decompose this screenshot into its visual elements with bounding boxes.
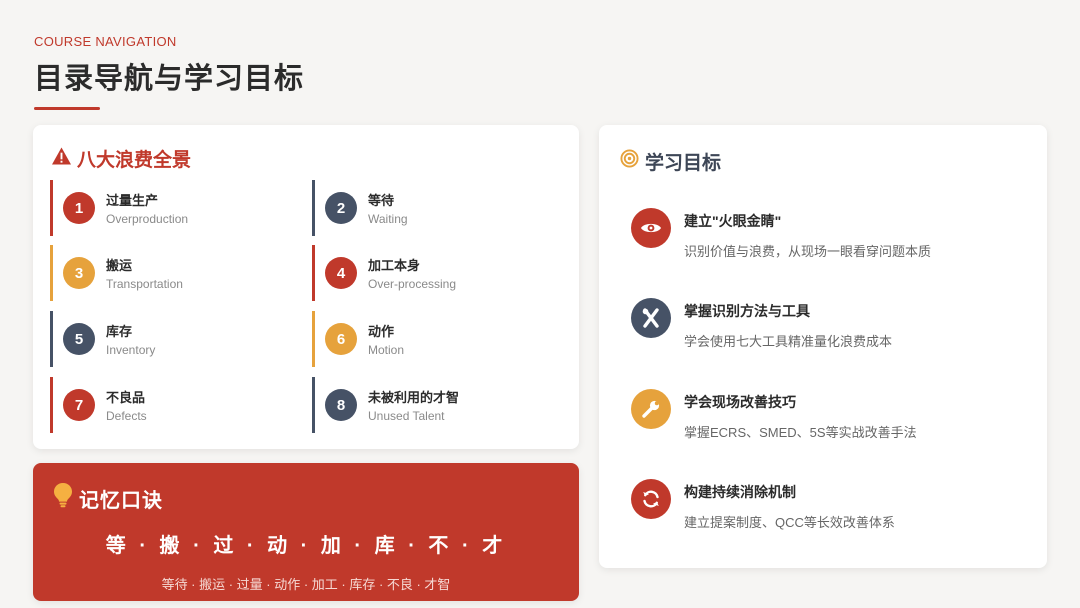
waste-number-badge: 2 bbox=[325, 192, 357, 224]
goal-title: 建立"火眼金睛" bbox=[684, 213, 782, 229]
waste-number-badge: 6 bbox=[325, 323, 357, 355]
goal-description: 学会使用七大工具精准量化浪费成本 bbox=[684, 334, 893, 349]
waste-subtitle: Overproduction bbox=[106, 212, 189, 226]
waste-item: 1 过量生产 Overproduction bbox=[50, 180, 295, 236]
learning-goals-card: 学习目标 建立"火眼金睛" 识别价值与浪费，从现场一眼看穿问题本质 掌握识别方法… bbox=[599, 125, 1047, 568]
goal-title: 掌握识别方法与工具 bbox=[684, 303, 810, 319]
waste-subtitle: Defects bbox=[106, 409, 147, 423]
waste-subtitle: Transportation bbox=[106, 277, 183, 291]
waste-title: 动作 bbox=[368, 324, 395, 339]
waste-item: 7 不良品 Defects bbox=[50, 377, 295, 433]
waste-title: 加工本身 bbox=[368, 258, 421, 273]
refresh-icon bbox=[631, 479, 671, 519]
learning-goals-title: 学习目标 bbox=[645, 153, 722, 174]
goal-description: 建立提案制度、QCC等长效改善体系 bbox=[684, 515, 895, 530]
goal-description: 识别价值与浪费，从现场一眼看穿问题本质 bbox=[684, 244, 932, 259]
waste-item: 4 加工本身 Over-processing bbox=[312, 245, 557, 301]
goal-title: 学会现场改善技巧 bbox=[684, 394, 796, 410]
mnemonic-title: 记忆口诀 bbox=[79, 489, 163, 512]
goal-title: 构建持续消除机制 bbox=[684, 484, 796, 500]
waste-number-badge: 5 bbox=[63, 323, 95, 355]
waste-item: 3 搬运 Transportation bbox=[50, 245, 295, 301]
target-icon bbox=[620, 149, 639, 174]
waste-title: 过量生产 bbox=[106, 193, 159, 208]
waste-subtitle: Motion bbox=[368, 343, 405, 357]
warning-icon bbox=[52, 146, 71, 171]
page-eyebrow: COURSE NAVIGATION bbox=[34, 34, 177, 49]
waste-number-badge: 1 bbox=[63, 192, 95, 224]
learning-goals-heading: 学习目标 bbox=[620, 148, 721, 175]
eight-wastes-card: 八大浪费全景 1 过量生产 Overproduction 2 等待 Waiting … bbox=[33, 125, 579, 449]
mnemonic-card: 记忆口诀 等 · 搬 · 过 · 动 · 加 · 库 · 不 · 才 等待 · … bbox=[33, 463, 579, 601]
goal-description: 掌握ECRS、SMED、5S等实战改善手法 bbox=[684, 425, 917, 440]
waste-title: 库存 bbox=[106, 324, 133, 339]
waste-title: 等待 bbox=[368, 193, 395, 208]
mnemonic-chant: 等 · 搬 · 过 · 动 · 加 · 库 · 不 · 才 bbox=[105, 535, 507, 557]
waste-subtitle: Unused Talent bbox=[368, 409, 445, 423]
mnemonic-heading: 记忆口诀 bbox=[53, 482, 163, 514]
waste-number-badge: 3 bbox=[63, 257, 95, 289]
goal-item: 建立"火眼金睛" 识别价值与浪费，从现场一眼看穿问题本质 bbox=[631, 208, 931, 260]
eight-wastes-heading: 八大浪费全景 bbox=[52, 145, 191, 172]
eye-icon bbox=[631, 208, 671, 248]
waste-number-badge: 4 bbox=[325, 257, 357, 289]
waste-item: 8 未被利用的才智 Unused Talent bbox=[312, 377, 557, 433]
waste-subtitle: Waiting bbox=[368, 212, 408, 226]
title-underline bbox=[34, 107, 100, 110]
waste-title: 未被利用的才智 bbox=[368, 390, 460, 405]
wrench-icon bbox=[631, 389, 671, 429]
goal-item: 构建持续消除机制 建立提案制度、QCC等长效改善体系 bbox=[631, 479, 895, 531]
waste-number-badge: 8 bbox=[325, 389, 357, 421]
page-header: COURSE NAVIGATION 目录导航与学习目标 bbox=[34, 34, 304, 110]
waste-item: 6 动作 Motion bbox=[312, 311, 557, 367]
eight-wastes-title: 八大浪费全景 bbox=[77, 150, 192, 171]
waste-title: 不良品 bbox=[106, 390, 146, 405]
waste-item: 5 库存 Inventory bbox=[50, 311, 295, 367]
page-title: 目录导航与学习目标 bbox=[34, 63, 305, 95]
tools-icon bbox=[631, 298, 671, 338]
waste-subtitle: Over-processing bbox=[368, 277, 457, 291]
mnemonic-expansion: 等待 · 搬运 · 过量 · 动作 · 加工 · 库存 · 不良 · 才智 bbox=[161, 577, 451, 592]
goal-item: 学会现场改善技巧 掌握ECRS、SMED、5S等实战改善手法 bbox=[631, 389, 917, 441]
waste-item: 2 等待 Waiting bbox=[312, 180, 557, 236]
waste-title: 搬运 bbox=[106, 258, 133, 273]
waste-subtitle: Inventory bbox=[106, 343, 156, 357]
lightbulb-icon bbox=[53, 482, 73, 514]
waste-number-badge: 7 bbox=[63, 389, 95, 421]
goal-item: 掌握识别方法与工具 学会使用七大工具精准量化浪费成本 bbox=[631, 298, 892, 350]
